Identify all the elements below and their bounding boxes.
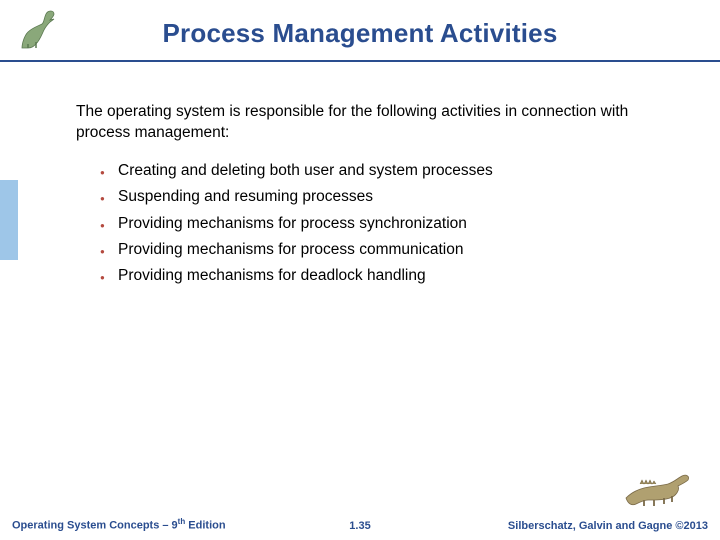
footer-book-title: Operating System Concepts – 9	[12, 520, 178, 532]
slide-footer: Operating System Concepts – 9th Edition …	[0, 512, 720, 540]
footer-edition-suffix: Edition	[185, 520, 225, 532]
bullet-list: Creating and deleting both user and syst…	[118, 158, 670, 290]
footer-page-number: 1.35	[349, 520, 370, 532]
list-item: Providing mechanisms for process synchro…	[118, 211, 670, 237]
footer-left: Operating System Concepts – 9th Edition	[12, 517, 226, 532]
slide: Process Management Activities The operat…	[0, 0, 720, 540]
intro-paragraph: The operating system is responsible for …	[76, 102, 670, 144]
list-item: Providing mechanisms for deadlock handli…	[118, 263, 670, 289]
slide-title: Process Management Activities	[0, 0, 720, 49]
dinosaur-bottom-icon	[620, 462, 698, 510]
list-item: Creating and deleting both user and syst…	[118, 158, 670, 184]
dinosaur-top-icon	[14, 6, 70, 52]
slide-header: Process Management Activities	[0, 0, 720, 62]
list-item: Providing mechanisms for process communi…	[118, 237, 670, 263]
list-item: Suspending and resuming processes	[118, 184, 670, 210]
sidebar-accent	[0, 180, 18, 260]
footer-copyright: Silberschatz, Galvin and Gagne ©2013	[508, 520, 708, 532]
